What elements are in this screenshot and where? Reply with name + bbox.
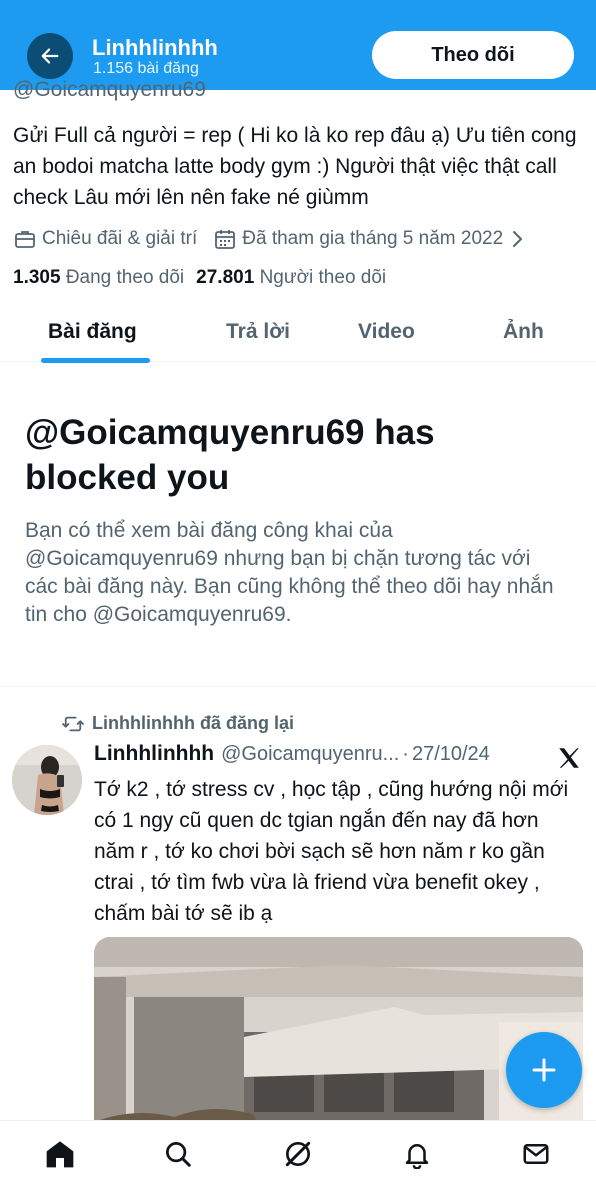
following-label: Đang theo dõi [65,267,185,288]
divider [0,686,596,687]
tweet-media-image[interactable] [94,937,583,1137]
tweet-date[interactable]: 27/10/24 [412,743,490,766]
chevron-right-icon[interactable] [511,229,525,249]
profile-name: Linhhlinhhh [92,35,218,60]
nav-home[interactable] [43,1137,77,1171]
tweet-author-name[interactable]: Linhhlinhhh [94,742,214,766]
follow-counts: 1.305 Đang theo dõi 27.801 Người theo dõi [13,267,386,289]
bottom-nav [0,1120,596,1200]
grok-icon [285,1141,311,1167]
nav-messages[interactable] [519,1137,553,1171]
calendar-icon [213,227,237,251]
profile-meta: Chiêu đãi & giải trí Đã tham gia tháng 5… [13,225,525,253]
following-count: 1.305 [13,267,61,288]
compose-button[interactable] [506,1032,582,1108]
repost-indicator[interactable]: Linhhlinhhh đã đăng lại [62,713,294,734]
tweet-author-handle[interactable]: @Goicamquyenru... [221,743,399,766]
followers-link[interactable]: 27.801 Người theo dõi [196,267,386,288]
profile-tabs: Bài đăng Trả lời Video Ảnh [0,304,596,363]
active-tab-indicator [41,358,150,363]
home-icon [46,1141,74,1168]
followers-label: Người theo dõi [259,267,387,288]
follow-button[interactable]: Theo dõi [372,31,574,79]
blocked-title: @Goicamquyenru69 has blocked you [25,413,435,497]
nav-notifications[interactable] [400,1137,434,1171]
mail-icon [523,1144,549,1164]
arrow-left-icon [41,48,59,64]
back-button[interactable] [27,33,73,79]
search-icon [166,1142,191,1167]
profile-header: Linhhlinhhh 1.156 bài đăng Theo dõi [0,0,596,90]
tweet-header: Linhhlinhhh @Goicamquyenru... · 27/10/24 [94,742,490,766]
nav-grok[interactable] [281,1137,315,1171]
blocked-description: Bạn có thể xem bài đăng công khai của @G… [25,519,554,626]
tab-photos[interactable]: Ảnh [503,320,544,344]
following-link[interactable]: 1.305 Đang theo dõi [13,267,184,288]
bell-icon [405,1144,429,1169]
post-count: 1.156 bài đăng [93,60,199,77]
tab-video[interactable]: Video [358,320,415,344]
plus-icon [532,1058,556,1082]
tab-posts[interactable]: Bài đăng [48,320,137,344]
joined-date: Đã tham gia tháng 5 năm 2022 [242,228,504,249]
profile-category[interactable]: Chiêu đãi & giải trí [42,228,197,250]
repost-label: Linhhlinhhh đã đăng lại [92,713,294,733]
nav-search[interactable] [161,1137,195,1171]
profile-handle: @Goicamquyenru69 [13,78,206,101]
briefcase-icon [13,227,37,251]
tab-replies[interactable]: Trả lời [226,320,290,344]
tweet-text: Tớ k2 , tớ stress cv , học tập , cũng hư… [94,778,569,925]
separator-dot: · [402,743,409,765]
followers-count: 27.801 [196,267,255,288]
avatar[interactable] [12,745,82,815]
repost-icon [62,714,84,734]
x-logo-icon[interactable] [556,745,582,771]
profile-bio: Gửi Full cả người = rep ( Hi ko là ko re… [13,124,577,209]
